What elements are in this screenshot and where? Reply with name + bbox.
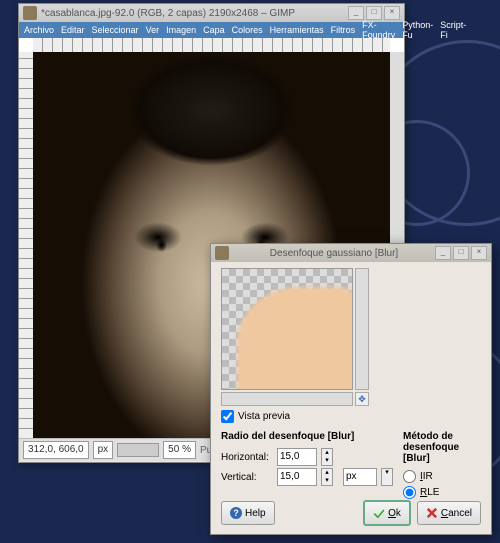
horizontal-label: Horizontal:: [221, 452, 273, 463]
main-titlebar[interactable]: *casablanca.jpg-92.0 (RGB, 2 capas) 2190…: [19, 4, 404, 22]
coords-readout: 312,0, 606,0: [23, 441, 89, 459]
gimp-icon: [23, 6, 37, 20]
blur-dialog: Desenfoque gaussiano [Blur] _ □ × ✥ Vist…: [210, 243, 492, 535]
ruler-horizontal[interactable]: [33, 38, 390, 53]
help-button[interactable]: ?Help: [221, 501, 275, 525]
menu-seleccionar[interactable]: Seleccionar: [89, 24, 142, 36]
dialog-close-button[interactable]: ×: [471, 246, 487, 260]
radio-iir-input[interactable]: [403, 470, 416, 483]
close-button[interactable]: ×: [384, 6, 400, 20]
horizontal-spinner[interactable]: ▴▾: [321, 448, 333, 466]
ruler-vertical[interactable]: [19, 52, 34, 438]
dialog-minimize-button[interactable]: _: [435, 246, 451, 260]
preview-checkbox[interactable]: Vista previa: [221, 410, 481, 423]
cancel-button[interactable]: CancelCancel: [417, 501, 481, 525]
vertical-spinner[interactable]: ▴▾: [321, 468, 333, 486]
menu-filtros[interactable]: Filtros: [328, 24, 359, 36]
menu-editar[interactable]: Editar: [58, 24, 88, 36]
radio-rle-input[interactable]: [403, 486, 416, 499]
method-heading: Método de desenfoque [Blur]: [403, 431, 481, 464]
menu-herramientas[interactable]: Herramientas: [267, 24, 327, 36]
zoom-select[interactable]: 50 %: [163, 441, 196, 459]
vertical-label: Vertical:: [221, 472, 273, 483]
minimize-button[interactable]: _: [348, 6, 364, 20]
menu-capa[interactable]: Capa: [200, 24, 228, 36]
preview-vscroll[interactable]: [355, 268, 369, 390]
radio-rle-label: RRLELE: [420, 487, 439, 498]
main-menubar: Archivo Editar Seleccionar Ver Imagen Ca…: [19, 22, 404, 38]
dialog-title: Desenfoque gaussiano [Blur]: [233, 248, 435, 259]
menu-pythonfu[interactable]: Python-Fu: [399, 19, 436, 41]
gimp-icon: [215, 246, 229, 260]
menu-imagen[interactable]: Imagen: [163, 24, 199, 36]
preview-nav-icon[interactable]: ✥: [355, 392, 369, 406]
ok-icon: [373, 507, 385, 519]
unit-dropdown[interactable]: ▾: [381, 468, 393, 486]
dialog-titlebar[interactable]: Desenfoque gaussiano [Blur] _ □ ×: [211, 244, 491, 262]
radius-heading: Radio del desenfoque [Blur]: [221, 431, 393, 442]
menu-scriptfu[interactable]: Script-Fi: [437, 19, 469, 41]
preview-image[interactable]: [221, 268, 353, 390]
menu-ver[interactable]: Ver: [143, 24, 163, 36]
horizontal-scrollbar[interactable]: [117, 443, 159, 457]
radio-rle[interactable]: RRLELE: [403, 486, 481, 499]
preview-checkbox-input[interactable]: [221, 410, 234, 423]
preview-hscroll[interactable]: [221, 392, 353, 406]
menu-archivo[interactable]: Archivo: [21, 24, 57, 36]
vertical-input[interactable]: 15,0: [277, 468, 317, 486]
unit-select[interactable]: px: [343, 468, 377, 486]
radio-iir-label: IIIRIR: [420, 471, 433, 482]
radio-iir[interactable]: IIIRIR: [403, 470, 481, 483]
menu-colores[interactable]: Colores: [229, 24, 266, 36]
help-icon: ?: [230, 507, 242, 519]
preview-checkbox-label: Vista previa: [238, 411, 290, 422]
horizontal-input[interactable]: 15,0: [277, 448, 317, 466]
maximize-button[interactable]: □: [366, 6, 382, 20]
cancel-icon: [426, 507, 438, 519]
unit-select[interactable]: px: [93, 441, 114, 459]
dialog-maximize-button[interactable]: □: [453, 246, 469, 260]
window-title: *casablanca.jpg-92.0 (RGB, 2 capas) 2190…: [41, 8, 295, 19]
ok-button[interactable]: OkOk: [363, 500, 411, 526]
